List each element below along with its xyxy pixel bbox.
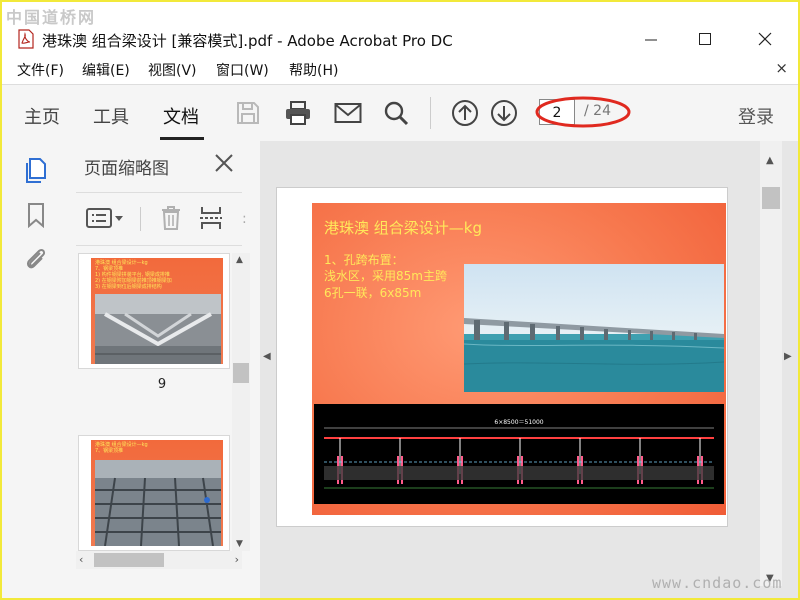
pdf-file-icon — [18, 29, 34, 49]
toolbar-divider — [430, 97, 431, 129]
thumbnail-page-label: 9 — [157, 377, 167, 392]
login-button[interactable]: 登录 — [738, 103, 774, 129]
watermark-bottom: www.cndao.com — [652, 574, 783, 592]
panel-divider — [76, 245, 242, 246]
drawing-dimension-label: 6×8500＝51000 — [494, 419, 543, 426]
menu-view[interactable]: 视图(V) — [148, 60, 197, 80]
scroll-up-arrow-icon[interactable]: ▲ — [236, 255, 243, 265]
thumbnail-slide: 港珠澳 组合梁设计—kg 7、钢梁顶推 — [91, 440, 223, 546]
thumbnail-panel: 页面缩略图: 港珠澳 组合梁设计—kg 7、钢梁顶推 1) 构件钢梁拼装平台,… — [66, 141, 261, 598]
options-menu-icon — [86, 208, 123, 228]
toolbar: 主页 工具 文档 2 / 24 登录 — [2, 84, 798, 142]
menu-edit[interactable]: 编辑(E) — [82, 60, 130, 80]
minimize-icon — [645, 39, 657, 41]
options-menu-button[interactable] — [84, 203, 126, 233]
panel-close-button[interactable] — [212, 151, 236, 175]
expand-right-arrow-icon[interactable]: ▶ — [784, 351, 792, 362]
more-tools-indicator[interactable]: : — [242, 211, 247, 227]
document-scrollbar-thumb[interactable] — [762, 187, 780, 209]
tab-tools[interactable]: 工具 — [93, 103, 129, 129]
page-thumbnails-icon — [26, 158, 46, 183]
insert-page-button[interactable] — [196, 203, 226, 233]
email-icon — [334, 103, 362, 123]
search-button[interactable] — [380, 97, 412, 129]
menu-file[interactable]: 文件(F) — [17, 60, 64, 80]
tab-document[interactable]: 文档 — [163, 103, 199, 129]
page-thumbnail-9[interactable]: 港珠澳 组合梁设计—kg 7、钢梁顶推 1) 构件钢梁拼装平台, 钢梁成排推 2… — [78, 253, 230, 369]
tab-home[interactable]: 主页 — [24, 103, 60, 129]
close-icon — [758, 32, 772, 46]
close-window-button[interactable] — [750, 26, 780, 52]
page-thumbnails-button[interactable] — [22, 157, 50, 185]
attachments-button[interactable] — [22, 245, 50, 273]
scroll-down-arrow-icon[interactable]: ▼ — [236, 539, 243, 549]
bridge-photo — [464, 264, 724, 392]
thumbnail-text: 港珠澳 组合梁设计—kg 7、钢梁顶推 — [95, 442, 148, 454]
page-up-icon — [452, 100, 478, 126]
bridge-elevation-drawing: 6×8500＝51000 — [314, 404, 724, 504]
maximize-icon — [699, 33, 711, 45]
delete-page-button[interactable] — [156, 203, 186, 233]
close-document-button[interactable]: × — [775, 59, 788, 77]
email-button[interactable] — [332, 97, 364, 129]
print-button[interactable] — [282, 97, 314, 129]
active-tab-indicator — [160, 137, 204, 140]
page-down-icon — [491, 100, 517, 126]
bookmark-icon — [28, 203, 44, 228]
scroll-left-arrow-icon[interactable]: ‹ — [79, 553, 83, 566]
thumbnail-scrollbar-thumb[interactable] — [233, 363, 249, 383]
menu-bar: 文件(F) 编辑(E) 视图(V) 窗口(W) 帮助(H) × — [2, 58, 798, 82]
search-icon — [384, 101, 409, 126]
print-icon — [286, 101, 310, 125]
title-bar: 中国道桥网 港珠澳 组合梁设计 [兼容模式].pdf - Adobe Acrob… — [2, 2, 798, 58]
previous-page-button[interactable] — [449, 97, 481, 129]
save-button[interactable] — [232, 97, 264, 129]
thumbnail-slide: 港珠澳 组合梁设计—kg 7、钢梁顶推 1) 构件钢梁拼装平台, 钢梁成排推 2… — [91, 258, 223, 364]
panel-divider — [76, 192, 242, 193]
attachment-icon — [26, 248, 46, 269]
thumbnail-text: 港珠澳 组合梁设计—kg 7、钢梁顶推 1) 构件钢梁拼装平台, 钢梁成排推 2… — [95, 260, 172, 290]
close-icon — [215, 154, 233, 172]
next-page-button[interactable] — [488, 97, 520, 129]
thumbnail-vertical-scrollbar[interactable]: ▲ ▼ — [232, 253, 250, 551]
panel-title: 页面缩略图 — [84, 159, 169, 179]
horizontal-scrollbar-thumb[interactable] — [94, 553, 164, 567]
thumbnail-photo — [95, 294, 221, 364]
watermark-top: 中国道桥网 — [6, 8, 97, 27]
left-navigation-rail — [2, 141, 67, 598]
scroll-up-arrow-icon[interactable]: ▲ — [766, 155, 774, 166]
delete-icon — [162, 206, 180, 230]
save-icon — [237, 102, 259, 124]
maximize-button[interactable] — [690, 26, 720, 52]
scroll-right-arrow-icon[interactable]: › — [235, 553, 239, 566]
bookmarks-button[interactable] — [22, 201, 50, 229]
window-title: 港珠澳 组合梁设计 [兼容模式].pdf - Adobe Acrobat Pro… — [42, 32, 453, 50]
menu-window[interactable]: 窗口(W) — [216, 60, 269, 80]
minimize-button[interactable] — [636, 26, 666, 52]
slide-text-line: 1、孔跨布置： — [324, 253, 404, 267]
slide-title: 港珠澳 组合梁设计—kg — [324, 219, 482, 237]
slide-text-line: 浅水区，采用85m主跨 — [324, 269, 447, 283]
menu-help[interactable]: 帮助(H) — [289, 60, 338, 80]
thumbnail-photo — [95, 460, 221, 546]
insert-icon — [200, 207, 222, 229]
highlight-ellipse — [535, 96, 631, 128]
tool-divider — [140, 207, 141, 231]
page-thumbnail-10[interactable]: 港珠澳 组合梁设计—kg 7、钢梁顶推 — [78, 435, 230, 551]
collapse-left-arrow-icon[interactable]: ◀ — [263, 351, 271, 362]
slide-text-line: 6孔一联，6x85m — [324, 286, 422, 300]
pdf-slide: 港珠澳 组合梁设计—kg 1、孔跨布置： 浅水区，采用85m主跨 6孔一联，6x… — [312, 203, 726, 515]
